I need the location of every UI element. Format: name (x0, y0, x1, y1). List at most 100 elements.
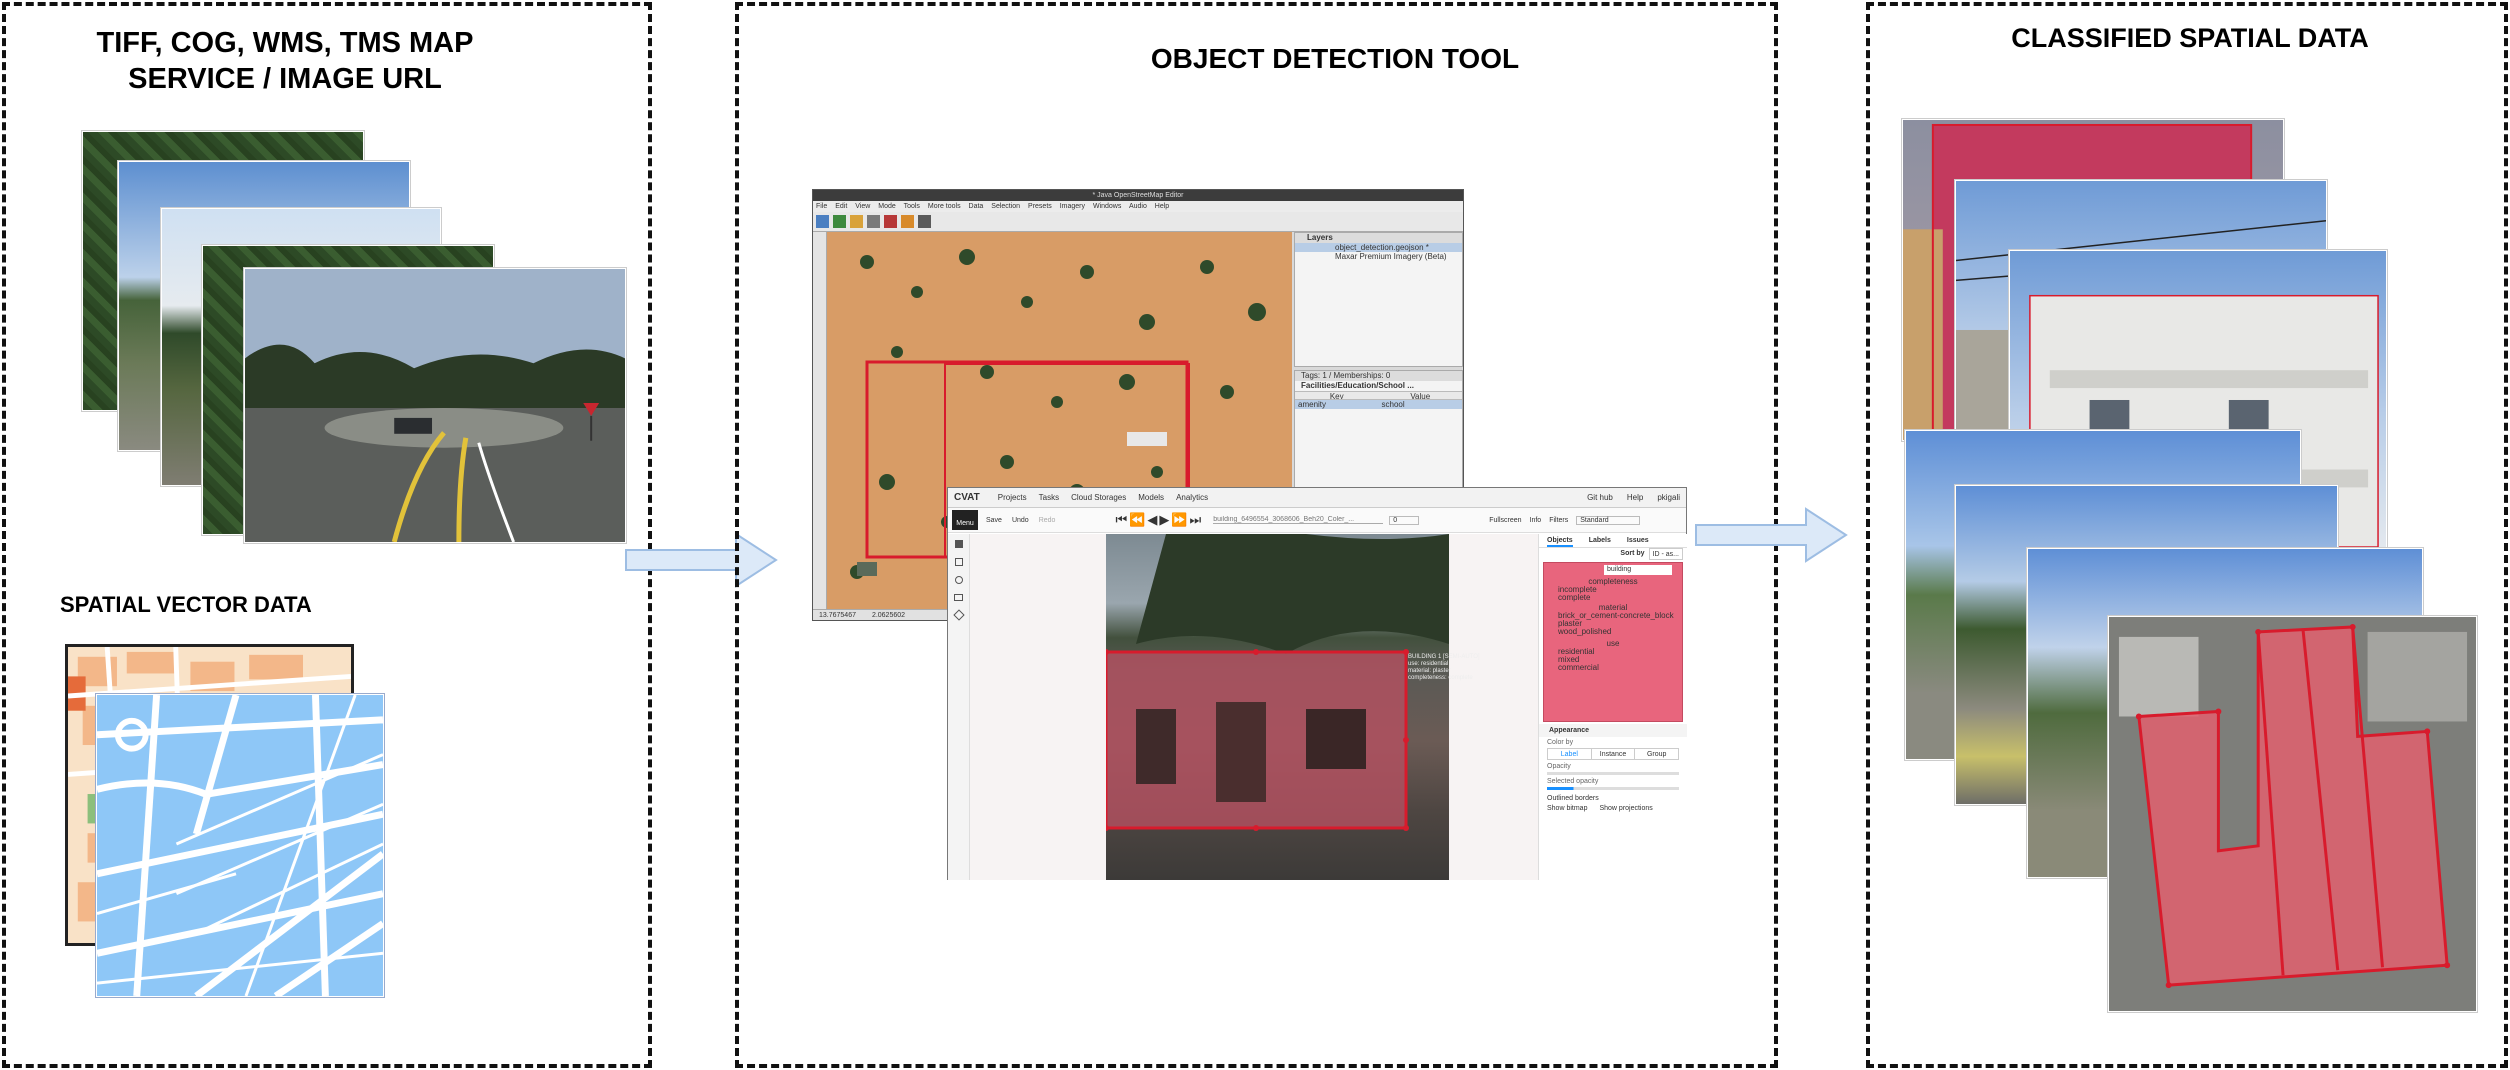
josm-layers-header: Layers (1295, 233, 1462, 243)
cvat-opacity-slider[interactable] (1547, 772, 1679, 775)
cvat-overlay-line-1: BUILDING 1 [SEMI-AUTO] (1408, 654, 1480, 660)
josm-menu-mode[interactable]: Mode (878, 203, 896, 210)
cvat-rotate-icon[interactable] (954, 576, 963, 584)
josm-menu-tools[interactable]: Tools (904, 203, 920, 210)
cvat-window: CVAT Projects Tasks Cloud Storages Model… (947, 487, 1687, 880)
vector-data-title: SPATIAL VECTOR DATA (60, 592, 312, 617)
josm-menu-audio[interactable]: Audio (1129, 203, 1147, 210)
cvat-attr-option[interactable]: mixed (1548, 656, 1678, 664)
josm-tool-save-icon[interactable] (833, 215, 846, 228)
cvat-bottom-toggles: Show bitmap Show projections (1539, 805, 1687, 812)
cvat-object-overlay: BUILDING 1 [SEMI-AUTO] use: residential … (1408, 654, 1480, 682)
cvat-nav-cloud[interactable]: Cloud Storages (1071, 493, 1126, 502)
josm-menu-presets[interactable]: Presets (1028, 203, 1052, 210)
josm-status-lon: 2.0625602 (871, 612, 906, 619)
cvat-undo-button[interactable]: Undo (1012, 517, 1029, 524)
cvat-attr-group-material: material brick_or_cement-concrete_block … (1544, 602, 1682, 638)
cvat-overlay-line-3: material: plaster (1408, 668, 1451, 674)
cvat-sort-select[interactable]: ID - as... (1648, 548, 1683, 560)
josm-side-toolbar (813, 232, 827, 610)
cvat-attr-group-completeness: completeness incomplete complete (1544, 578, 1682, 602)
josm-col-key: Key (1329, 392, 1344, 399)
josm-tag-value: school (1381, 400, 1405, 409)
cvat-user-menu[interactable]: pkigali (1657, 493, 1680, 502)
josm-menu-more-tools[interactable]: More tools (928, 203, 961, 210)
cvat-attr-option[interactable]: plaster (1548, 620, 1678, 628)
cvat-outlined-borders-toggle[interactable]: Outlined borders (1539, 792, 1687, 805)
cvat-nav-projects[interactable]: Projects (998, 493, 1027, 502)
josm-menu-data[interactable]: Data (969, 203, 984, 210)
cvat-show-projections-toggle[interactable]: Show projections (1599, 805, 1652, 812)
cvat-selected-opacity-slider[interactable] (1547, 787, 1679, 790)
josm-tool-delete-icon[interactable] (884, 215, 897, 228)
cvat-info-button[interactable]: Info (1530, 517, 1542, 524)
cvat-tab-objects[interactable]: Objects (1547, 534, 1573, 547)
cvat-appearance-header[interactable]: Appearance (1539, 724, 1687, 737)
cvat-attr-option[interactable]: complete (1548, 594, 1678, 602)
cvat-frame-input[interactable]: 0 (1389, 515, 1420, 525)
cvat-player-controls-icon[interactable]: ⏮⏪◀▶⏩⏭ (1115, 512, 1203, 528)
josm-tool-open-icon[interactable] (816, 215, 829, 228)
cvat-workspace-select[interactable]: Standard (1576, 515, 1641, 525)
cvat-objects-sidebar: Objects Labels Issues Sort by ID - as...… (1538, 534, 1687, 880)
cvat-attr-option[interactable]: brick_or_cement-concrete_block (1548, 612, 1678, 620)
cvat-link-help[interactable]: Help (1627, 493, 1643, 502)
josm-preset-name[interactable]: Facilities/Education/School ... (1295, 381, 1462, 391)
cvat-logo[interactable]: CVAT (954, 492, 980, 503)
josm-menu-selection[interactable]: Selection (991, 203, 1020, 210)
josm-toolbar (813, 212, 1463, 232)
cvat-polygon-icon[interactable] (952, 609, 965, 621)
output-panel-title: CLASSIFIED SPATIAL DATA (2011, 23, 2369, 53)
josm-menu-imagery[interactable]: Imagery (1060, 203, 1085, 210)
classified-image-rooftops (2108, 616, 2477, 1012)
cvat-save-button[interactable]: Save (986, 517, 1002, 524)
cvat-attr-option[interactable]: wood_polished (1548, 628, 1678, 636)
cvat-attr-name-use: use (1606, 640, 1620, 648)
josm-menu-edit[interactable]: Edit (835, 203, 847, 210)
input-panel-title: TIFF, COG, WMS, TMS MAP SERVICE / IMAGE … (96, 27, 474, 96)
cvat-tab-issues[interactable]: Issues (1627, 534, 1649, 547)
josm-tool-preset-icon-2[interactable] (918, 215, 931, 228)
cvat-attr-option[interactable]: residential (1548, 648, 1678, 656)
josm-tag-row[interactable]: amenity school (1295, 400, 1462, 409)
josm-layer-row-1[interactable]: object_detection.geojson * (1295, 243, 1462, 252)
cvat-filters-button[interactable]: Filters (1549, 517, 1568, 524)
josm-menu-file[interactable]: File (816, 203, 827, 210)
cvat-link-github[interactable]: Git hub (1587, 493, 1613, 502)
cvat-attr-option[interactable]: incomplete (1548, 586, 1678, 594)
cvat-controls-sidebar (948, 534, 970, 880)
cvat-nav-tasks[interactable]: Tasks (1039, 493, 1059, 502)
cvat-color-by-instance-btn[interactable]: Instance (1592, 749, 1636, 759)
cvat-color-by-group-btn[interactable]: Group (1635, 749, 1678, 759)
cvat-nav-analytics[interactable]: Analytics (1176, 493, 1208, 502)
josm-menu-view[interactable]: View (855, 203, 870, 210)
cvat-tab-labels[interactable]: Labels (1589, 534, 1611, 547)
josm-layers-dialog: Layers object_detection.geojson * Maxar … (1294, 232, 1463, 367)
cvat-overlay-line-2: use: residential (1408, 661, 1449, 667)
cvat-menu-button[interactable]: Menu (952, 510, 978, 530)
cvat-show-bitmap-toggle[interactable]: Show bitmap (1547, 805, 1587, 812)
josm-tags-table-header: Key Value (1295, 391, 1462, 400)
cvat-fullscreen-button[interactable]: Fullscreen (1489, 517, 1521, 524)
cvat-cursor-icon[interactable] (954, 540, 963, 548)
cvat-rectangle-icon[interactable] (954, 594, 963, 601)
flow-arrow-tool-to-output (1695, 507, 1848, 563)
josm-tool-preset-icon[interactable] (901, 215, 914, 228)
josm-tool-upload-icon[interactable] (850, 215, 863, 228)
cvat-object-label-select[interactable]: building (1604, 565, 1672, 575)
cvat-canvas[interactable]: BUILDING 1 [SEMI-AUTO] use: residential … (970, 534, 1546, 880)
cvat-attr-option[interactable]: commercial (1548, 664, 1678, 672)
cvat-nav-models[interactable]: Models (1138, 493, 1164, 502)
josm-menu-help[interactable]: Help (1155, 203, 1169, 210)
cvat-redo-button[interactable]: Redo (1039, 517, 1056, 524)
cvat-color-by-label-btn[interactable]: Label (1548, 749, 1592, 759)
josm-tool-zoom-icon[interactable] (867, 215, 880, 228)
cvat-selected-opacity-label: Selected opacity (1547, 778, 1599, 785)
josm-menu-bar: File Edit View Mode Tools More tools Dat… (813, 201, 1463, 212)
cvat-building-photo (1106, 534, 1449, 880)
cvat-object-card[interactable]: building completeness incomplete complet… (1543, 562, 1683, 722)
cvat-building-graphic (1106, 534, 1449, 831)
cvat-move-icon[interactable] (954, 558, 963, 566)
josm-layer-row-2[interactable]: Maxar Premium Imagery (Beta) (1295, 252, 1462, 261)
josm-menu-windows[interactable]: Windows (1093, 203, 1121, 210)
